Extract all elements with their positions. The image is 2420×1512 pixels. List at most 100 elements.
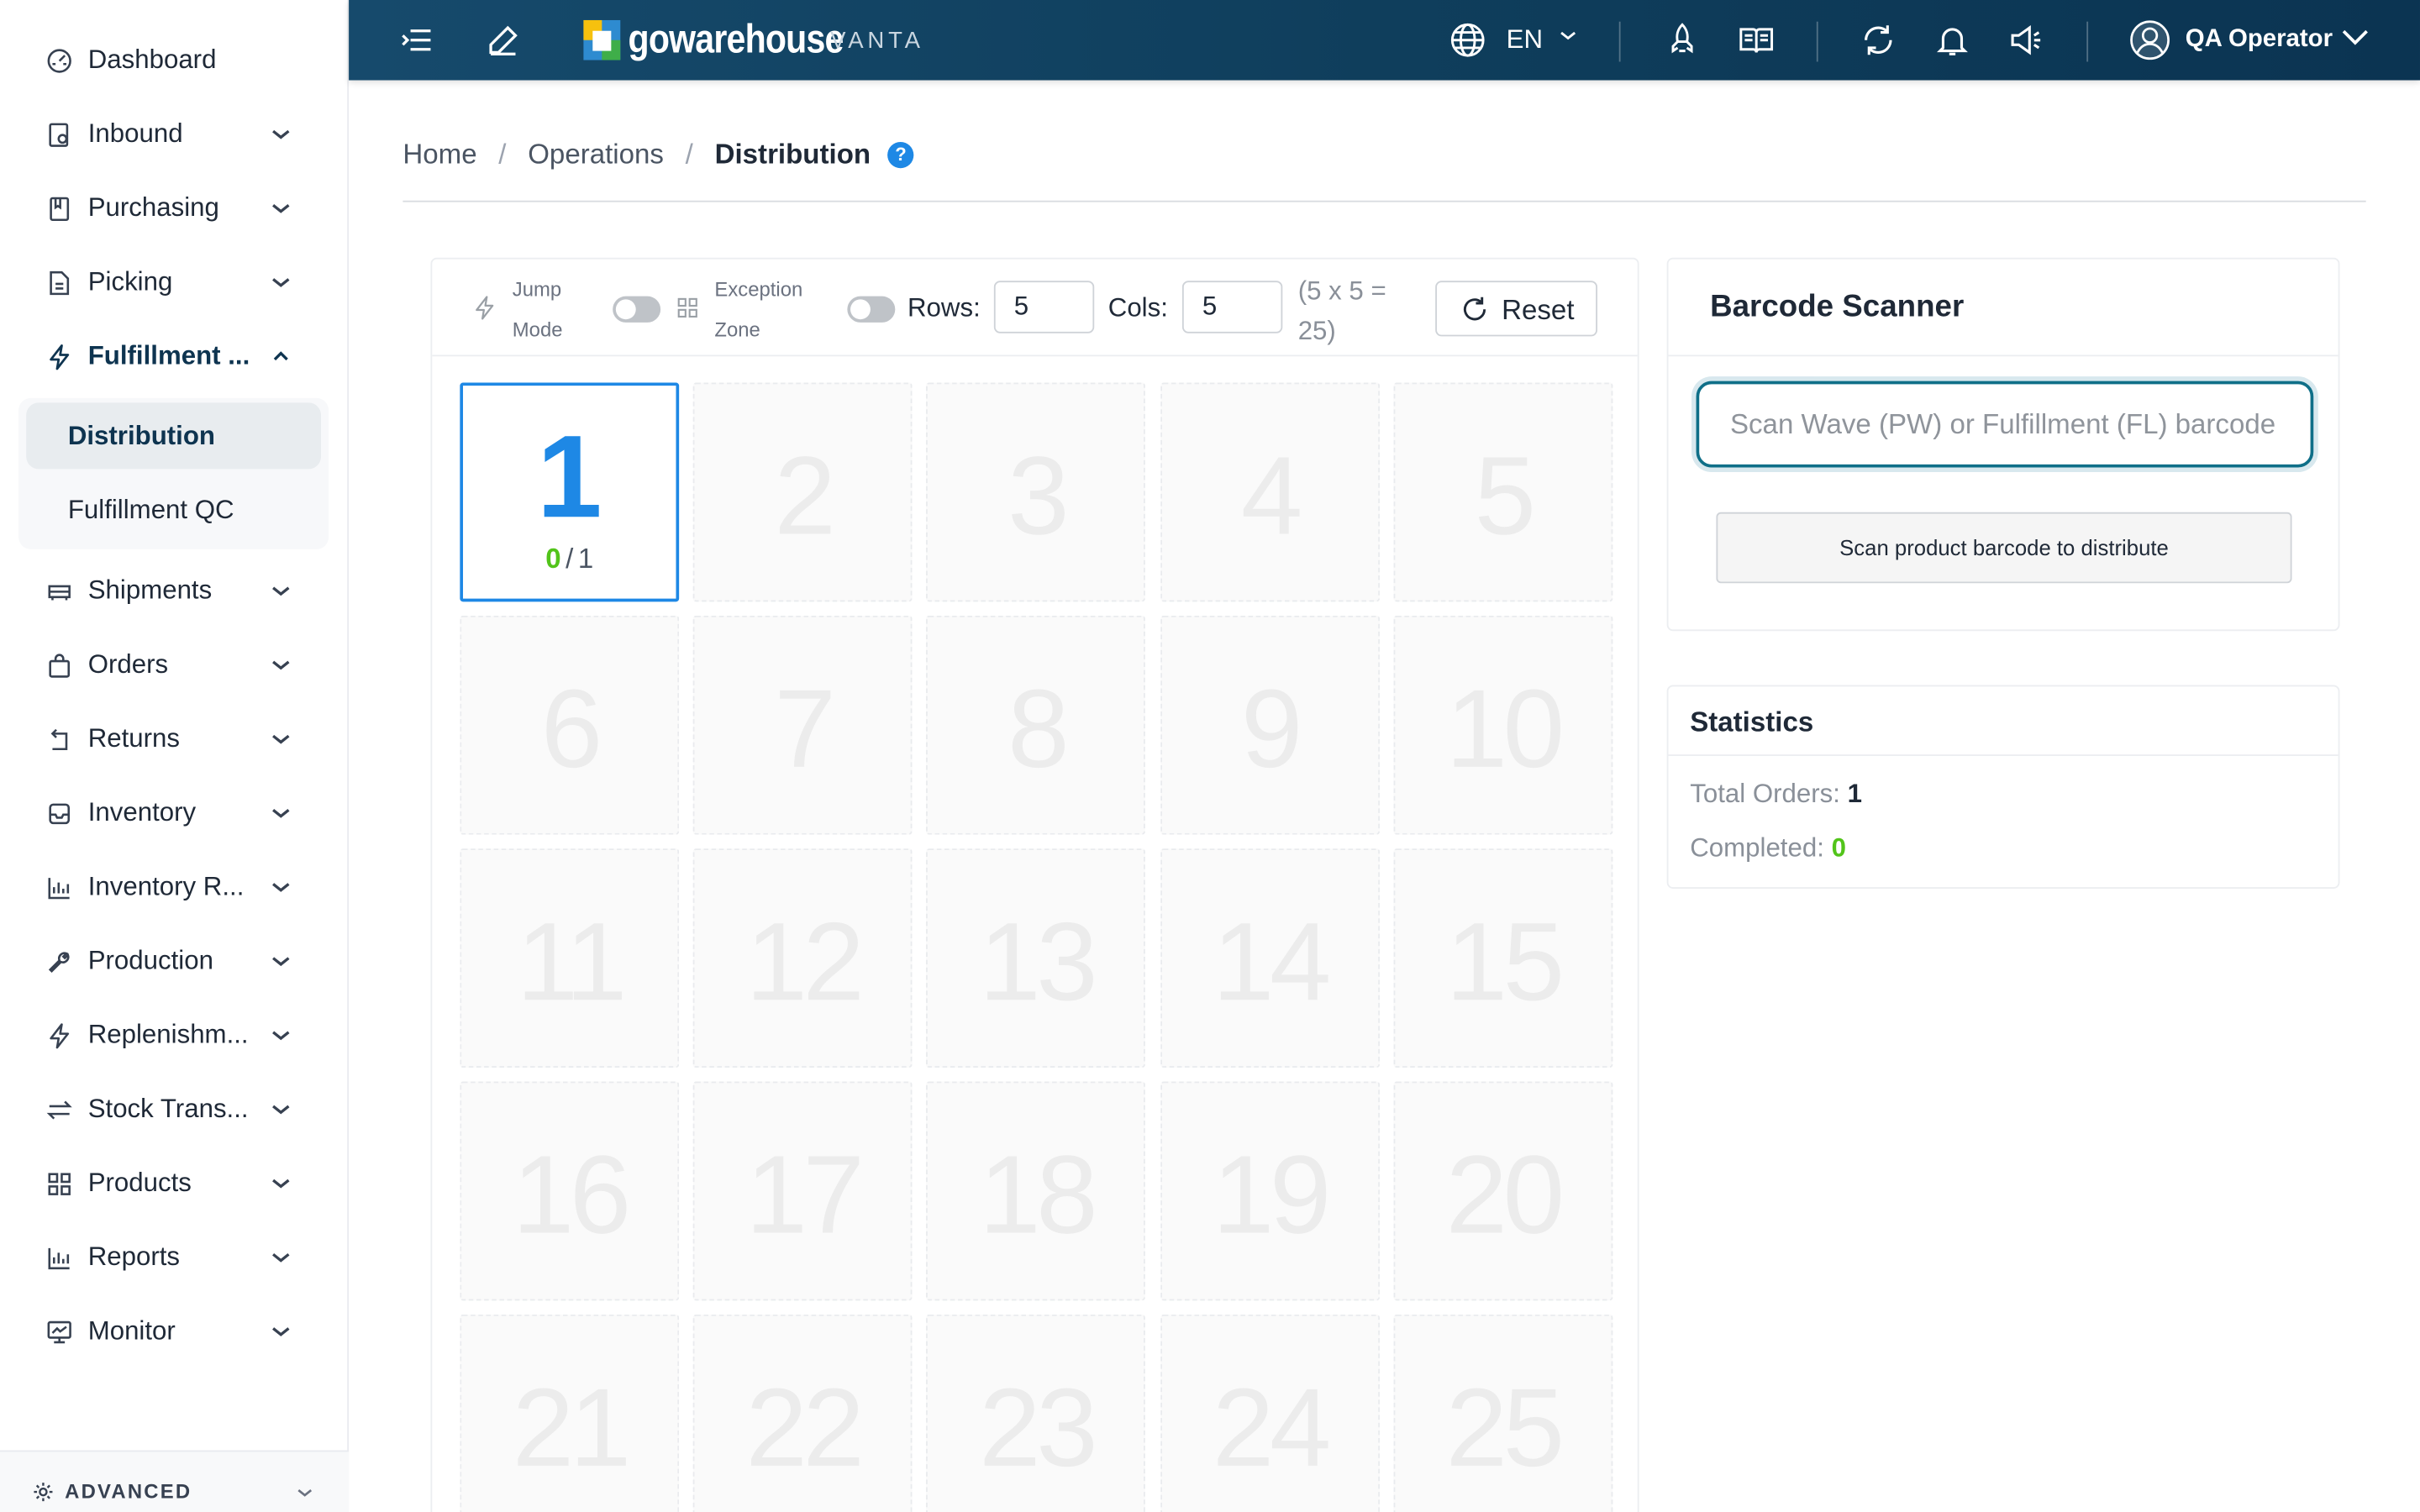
barcode-input[interactable]: Scan Wave (PW) or Fulfillment (FL) barco… [1696,381,2314,468]
exception-zone-toggle[interactable] [847,296,896,323]
sidebar-item-inventory-reports[interactable]: Inventory R... [0,856,349,917]
grid-cell[interactable]: 25 [1393,1314,1613,1512]
jump-mode-toggle[interactable] [613,296,661,323]
book-icon[interactable] [1738,22,1775,59]
language-selector[interactable]: EN [1507,24,1543,55]
edit-icon[interactable] [485,22,522,59]
rows-input[interactable]: 5 [993,281,1095,333]
grid-cell[interactable]: 5 [1393,382,1613,602]
wrench-icon [46,949,72,975]
submenu-item-label: Fulfillment QC [67,495,234,525]
user-avatar-icon[interactable] [2130,20,2170,60]
grid-cell[interactable]: 15 [1393,848,1613,1068]
sidebar-item-label: Inventory R... [87,871,245,901]
grid-cell-number: 21 [512,1367,632,1491]
grid-cell[interactable]: 21 [460,1314,680,1512]
breadcrumb: Home / Operations / Distribution ? [402,139,914,171]
chevron-down-icon[interactable] [2339,22,2376,59]
grid-cell-number: 6 [540,668,603,792]
sidebar-item-label: Production [87,945,213,975]
grid-cell[interactable]: 1 0/1 [460,382,680,602]
sidebar-item-inventory[interactable]: Inventory [0,782,349,843]
grid-cell-number: 17 [745,1133,865,1257]
submenu-item-label: Distribution [67,421,216,451]
reset-button[interactable]: Reset [1435,281,1598,337]
grid-cell[interactable]: 2 [693,382,913,602]
megaphone-icon[interactable] [2008,22,2045,59]
grid-cell[interactable]: 16 [460,1081,680,1301]
user-menu[interactable]: QA Operator [2186,26,2333,54]
menu-toggle-icon[interactable] [398,22,435,59]
chevron-down-icon [269,1245,293,1269]
formula-line: 25) [1297,316,1336,346]
grid-cell[interactable]: 13 [926,848,1146,1068]
grid-cell-number: 24 [1212,1367,1332,1491]
help-icon[interactable]: ? [887,141,914,169]
grid-cell[interactable]: 11 [460,848,680,1068]
grid-cell-number: 2 [774,434,836,559]
grid-cell[interactable]: 18 [926,1081,1146,1301]
sidebar-item-stock-transfer[interactable]: Stock Trans... [0,1079,349,1140]
sidebar-item-replenishment[interactable]: Replenishm... [0,1005,349,1066]
bell-icon[interactable] [1933,22,1970,59]
cols-input[interactable]: 5 [1181,281,1283,333]
grid-cell[interactable]: 20 [1393,1081,1613,1301]
grid-cell[interactable]: 3 [926,382,1146,602]
chevron-down-icon[interactable] [1557,24,1594,61]
globe-icon[interactable] [1449,22,1486,59]
sidebar-item-dashboard[interactable]: Dashboard [0,29,349,91]
grid-cell[interactable]: 7 [693,615,913,835]
sidebar-item-distribution[interactable]: Distribution [26,402,322,470]
grid-size-formula: (5 x 5 = 25) [1298,271,1407,352]
grid-cell[interactable]: 19 [1160,1081,1380,1301]
grid-cell-number: 7 [774,668,836,792]
sidebar-item-purchasing[interactable]: Purchasing [0,177,349,239]
grid-cell[interactable]: 4 [1160,382,1380,602]
grid-cell-number: 14 [1212,900,1332,1025]
sidebar-item-fulfillment-qc[interactable]: Fulfillment QC [26,477,321,543]
sidebar-item-reports[interactable]: Reports [0,1226,349,1288]
breadcrumb-separator: / [685,139,693,171]
grid-cell[interactable]: 24 [1160,1314,1380,1512]
reset-label: Reset [1502,294,1575,326]
sidebar-item-orders[interactable]: Orders [0,634,349,696]
grid-cell[interactable]: 23 [926,1314,1146,1512]
picking-icon [46,270,72,296]
grid-cell[interactable]: 9 [1160,615,1380,835]
sidebar-item-monitor[interactable]: Monitor [0,1300,349,1362]
breadcrumb-operations[interactable]: Operations [528,139,664,171]
refresh-icon [1460,295,1490,324]
sidebar-item-label: Replenishm... [87,1020,249,1049]
progress-separator: / [566,543,574,575]
grid-cell[interactable]: 10 [1393,615,1613,835]
sidebar-item-production[interactable]: Production [0,931,349,992]
inbound-icon [46,122,72,148]
sidebar-item-label: Inbound [87,118,183,149]
truck-icon [46,579,72,605]
app-root: Dashboard Inbound Purchasing Picking Ful… [0,0,2420,1512]
chevron-down-icon [269,1097,293,1121]
grid-cell[interactable]: 22 [693,1314,913,1512]
breadcrumb-home[interactable]: Home [402,139,476,171]
sidebar-item-shipments[interactable]: Shipments [0,560,349,622]
grid-cell[interactable]: 12 [693,848,913,1068]
scan-product-button[interactable]: Scan product barcode to distribute [1716,512,2292,584]
grid-cell[interactable]: 8 [926,615,1146,835]
sidebar-item-products[interactable]: Products [0,1152,349,1214]
sidebar-item-inbound[interactable]: Inbound [0,103,349,165]
sidebar-item-label: Purchasing [87,192,219,223]
rocket-icon[interactable] [1664,22,1701,59]
advanced-section-toggle[interactable]: ADVANCED [0,1450,350,1512]
sidebar-item-label: Reports [87,1242,181,1272]
grid-cell[interactable]: 17 [693,1081,913,1301]
grid-cell-number: 8 [1007,668,1070,792]
bar-chart-icon [46,1245,72,1271]
grid-cell[interactable]: 6 [460,615,680,835]
grid-cell[interactable]: 14 [1160,848,1380,1068]
refresh-icon[interactable] [1860,22,1897,59]
sidebar-item-fulfillment[interactable]: Fulfillment ... [0,326,349,387]
sidebar-item-picking[interactable]: Picking [0,251,349,312]
progress-total: 1 [577,543,594,575]
progress-done: 0 [545,543,561,575]
sidebar-item-returns[interactable]: Returns [0,708,349,769]
